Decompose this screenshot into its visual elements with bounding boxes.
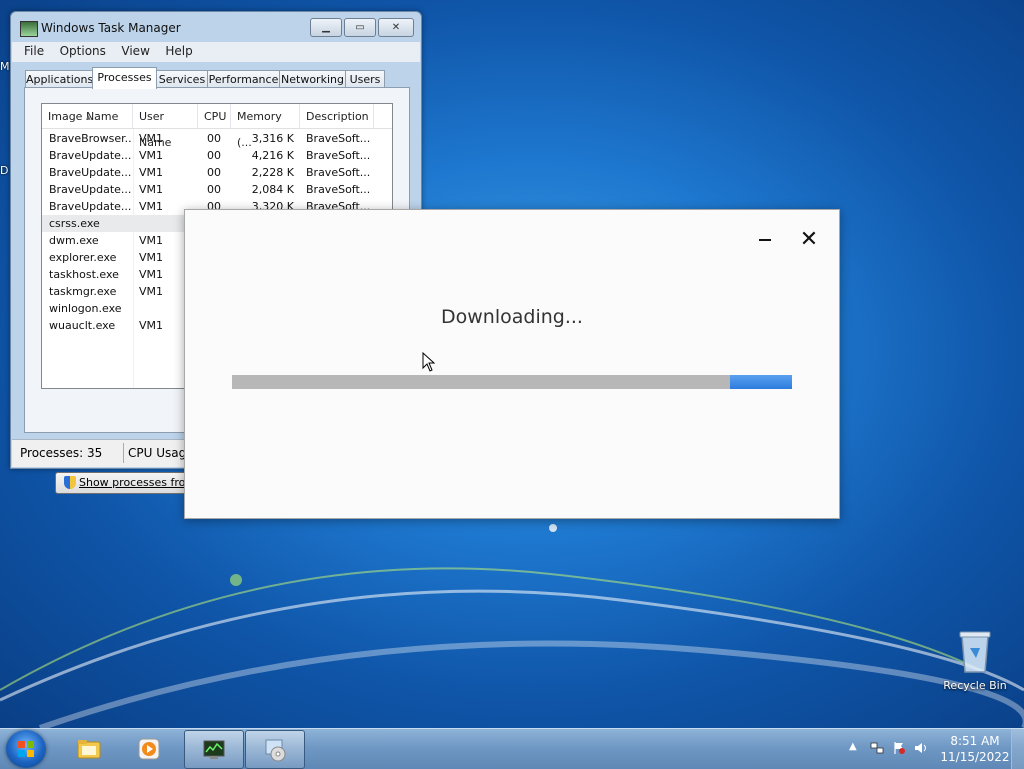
process-row[interactable]: BraveBrowser... VM1 00 3,316 K BraveSoft... (42, 130, 392, 147)
cell-user-name: VM1 (139, 132, 164, 145)
notification-area: ▲ 8:51 AM 11/15/2022 (834, 729, 1024, 769)
column-user-name[interactable]: User Name (133, 104, 198, 149)
process-row[interactable]: BraveUpdate.... VM1 00 2,228 K BraveSoft... (42, 164, 392, 181)
maximize-icon: ▭ (355, 22, 365, 33)
process-list-header: ▲ Image Name User Name CPU Memory (... De… (42, 104, 392, 149)
taskbar-explorer[interactable] (60, 730, 118, 767)
media-player-icon (138, 738, 160, 760)
window-title: Windows Task Manager (41, 21, 181, 35)
show-desktop-button[interactable] (1011, 729, 1024, 769)
cell-user-name: VM1 (139, 166, 164, 179)
system-clock[interactable]: 8:51 AM 11/15/2022 (940, 733, 1010, 765)
action-center-flag-icon[interactable] (892, 741, 906, 755)
status-divider (123, 443, 124, 463)
cell-cpu: 00 (207, 132, 221, 145)
cell-user-name: VM1 (139, 183, 164, 196)
recycle-bin-label: Recycle Bin (943, 679, 1007, 692)
close-button[interactable]: ✕ (378, 18, 414, 37)
menu-help[interactable]: Help (161, 42, 200, 58)
cell-description: BraveSoft... (306, 132, 371, 145)
cell-image-name: BraveUpdate.... (49, 183, 131, 196)
task-manager-app-icon (20, 21, 38, 37)
uac-shield-icon (64, 476, 76, 489)
tab-users[interactable]: Users (345, 70, 385, 88)
cell-memory: 2,228 K (251, 166, 294, 179)
cell-image-name: explorer.exe (49, 251, 117, 264)
minimize-icon (759, 239, 771, 241)
cell-memory: 2,084 K (251, 183, 294, 196)
column-description[interactable]: Description (300, 104, 374, 128)
cell-image-name: wuauclt.exe (49, 319, 116, 332)
cell-memory: 4,216 K (251, 149, 294, 162)
column-label: Image Name (48, 110, 119, 123)
desktop-icon-label-fragment: D (0, 164, 9, 177)
volume-icon[interactable] (914, 741, 928, 755)
process-row[interactable]: BraveUpdate.... VM1 00 4,216 K BraveSoft... (42, 147, 392, 164)
taskbar-media-player[interactable] (120, 730, 178, 767)
column-cpu[interactable]: CPU (198, 104, 231, 128)
minimize-icon: ▁ (322, 22, 330, 33)
process-row[interactable]: BraveUpdate.... VM1 00 2,084 K BraveSoft... (42, 181, 392, 198)
windows-logo-icon (18, 741, 34, 757)
show-hidden-icons-arrow-icon[interactable]: ▲ (849, 741, 857, 752)
clock-date: 11/15/2022 (940, 750, 1010, 764)
cell-cpu: 00 (207, 166, 221, 179)
cell-description: BraveSoft... (306, 166, 371, 179)
recycle-bin-shortcut[interactable]: Recycle Bin (938, 628, 1012, 692)
tab-applications[interactable]: Applications (25, 70, 93, 88)
start-button[interactable] (6, 730, 46, 768)
menu-file[interactable]: File (12, 42, 52, 58)
download-dialog[interactable]: ✕ Downloading... (184, 209, 840, 519)
cell-image-name: dwm.exe (49, 234, 99, 247)
tab-processes[interactable]: Processes (92, 67, 157, 89)
taskbar: ▲ 8:51 AM 11/15/2022 (0, 728, 1024, 769)
downloading-message: Downloading... (441, 306, 583, 328)
cell-image-name: taskhost.exe (49, 268, 119, 281)
taskbar-task-manager[interactable] (184, 730, 244, 769)
sort-up-icon: ▲ (86, 114, 91, 121)
tab-performance[interactable]: Performance (207, 70, 280, 88)
cell-image-name: BraveUpdate.... (49, 166, 131, 179)
download-progress-fill (730, 375, 792, 389)
cell-image-name: BraveUpdate.... (49, 200, 131, 213)
column-image-name[interactable]: ▲ Image Name (42, 104, 133, 128)
close-icon: ✕ (799, 227, 819, 252)
clock-time: 8:51 AM (950, 734, 1000, 748)
cell-user-name: VM1 (139, 149, 164, 162)
installer-cd-icon (265, 739, 286, 762)
desktop-icon-label-fragment: M (0, 60, 10, 73)
task-manager-titlebar[interactable]: Windows Task Manager ▁ ▭ ✕ (11, 12, 421, 42)
cell-image-name: taskmgr.exe (49, 285, 117, 298)
status-processes: Processes: 35 (20, 446, 103, 460)
cell-cpu: 00 (207, 183, 221, 196)
cell-description: BraveSoft... (306, 183, 371, 196)
mouse-cursor-icon (422, 352, 436, 372)
cell-description: BraveSoft... (306, 149, 371, 162)
close-icon: ✕ (391, 22, 401, 33)
menu-options[interactable]: Options (56, 42, 114, 58)
cell-cpu: 00 (207, 149, 221, 162)
task-manager-icon (203, 740, 225, 759)
dialog-minimize-button[interactable] (753, 228, 777, 252)
recycle-bin-icon (959, 631, 991, 673)
tab-services[interactable]: Services (156, 70, 208, 88)
taskbar-installer[interactable] (245, 730, 305, 769)
cell-image-name: BraveBrowser... (49, 132, 131, 145)
cell-image-name: winlogon.exe (49, 302, 122, 315)
menu-view[interactable]: View (117, 42, 157, 58)
cell-memory: 3,316 K (251, 132, 294, 145)
download-progress-bar (232, 375, 792, 389)
minimize-button[interactable]: ▁ (310, 18, 342, 37)
dialog-close-button[interactable]: ✕ (797, 228, 821, 252)
tab-networking[interactable]: Networking (279, 70, 346, 88)
column-memory[interactable]: Memory (... (231, 104, 300, 149)
network-icon[interactable] (870, 741, 884, 755)
maximize-button[interactable]: ▭ (344, 18, 376, 37)
menu-bar: File Options View Help (12, 42, 420, 62)
cell-image-name: csrss.exe (49, 217, 100, 230)
folder-icon (77, 740, 101, 759)
cell-image-name: BraveUpdate.... (49, 149, 131, 162)
